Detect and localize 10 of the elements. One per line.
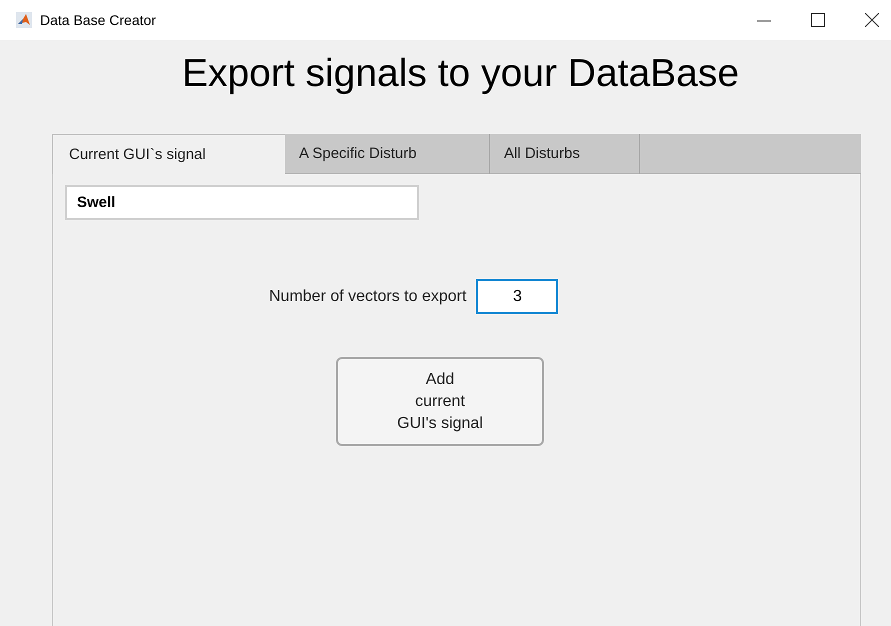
maximize-icon[interactable] xyxy=(811,13,825,27)
window-title: Data Base Creator xyxy=(40,10,156,30)
add-signal-button[interactable]: Add current GUI's signal xyxy=(336,357,544,446)
close-icon[interactable] xyxy=(865,13,879,27)
page-heading: Export signals to your DataBase xyxy=(182,52,740,96)
vectors-field[interactable]: 3 xyxy=(476,279,558,314)
signal-field[interactable]: Swell xyxy=(65,185,419,220)
tab[interactable]: Current GUI`s signal xyxy=(52,134,285,175)
app-logo-icon xyxy=(16,12,32,28)
vectors-label: Number of vectors to export xyxy=(269,286,466,306)
